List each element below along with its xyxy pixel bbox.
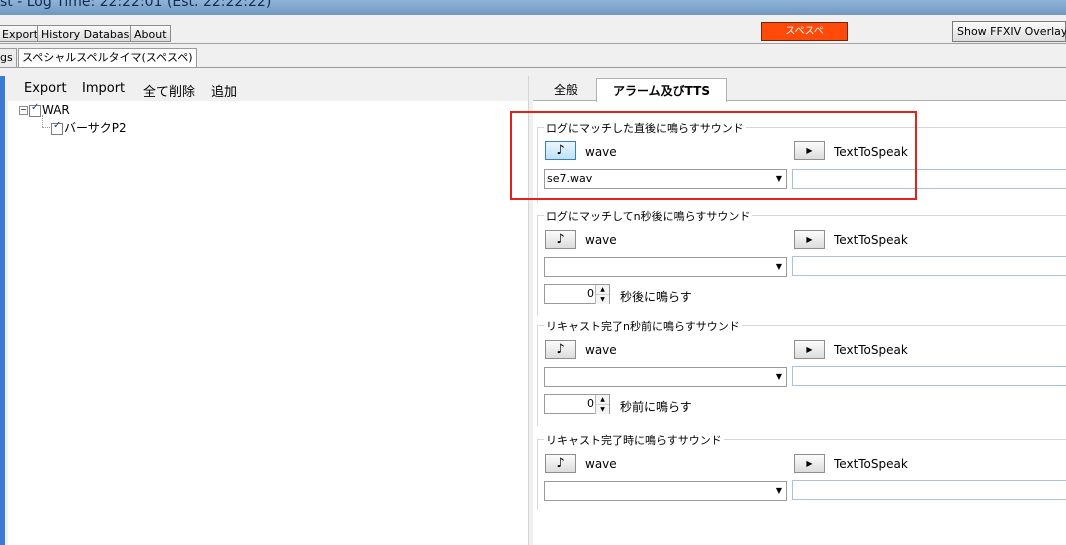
- delay-seconds-value: 0: [587, 287, 594, 300]
- tts-label: TextToSpeak: [834, 457, 908, 471]
- wave-select[interactable]: ▼: [544, 481, 787, 501]
- delay-seconds-stepper[interactable]: 0 ▲ ▼: [544, 284, 610, 304]
- about-button[interactable]: About: [130, 25, 171, 42]
- music-note-icon: ♪: [556, 232, 565, 247]
- tts-label: TextToSpeak: [834, 343, 908, 357]
- tab-alarm-tts[interactable]: アラーム及びTTS: [596, 78, 727, 102]
- tts-label: TextToSpeak: [834, 233, 908, 247]
- menu-delete-all[interactable]: 全て削除: [143, 81, 195, 100]
- tab-general[interactable]: 全般: [540, 78, 592, 101]
- wave-label: wave: [585, 457, 617, 471]
- toolbar-divider: [0, 43, 1066, 44]
- play-triangle-icon: ▶: [806, 459, 813, 468]
- berserk-checkbox[interactable]: [51, 120, 63, 135]
- stepper-down-icon[interactable]: ▼: [595, 404, 609, 414]
- music-note-icon: ♪: [556, 342, 565, 357]
- spesupe-alert-button[interactable]: スペスペ: [761, 22, 848, 41]
- wave-label: wave: [585, 233, 617, 247]
- tree-connector: [42, 115, 44, 127]
- recast-seconds-stepper[interactable]: 0 ▲ ▼: [544, 394, 610, 414]
- stepper-up-icon[interactable]: ▲: [595, 285, 609, 294]
- music-note-icon: ♪: [556, 456, 565, 471]
- wave-select[interactable]: ▼: [544, 257, 787, 277]
- play-triangle-icon: ▶: [806, 235, 813, 244]
- wave-select[interactable]: ▼: [544, 367, 787, 387]
- menu-import[interactable]: Import: [82, 81, 125, 96]
- menu-add[interactable]: 追加: [211, 81, 237, 100]
- title-bar: st - Log Time: 22:22:01 (Est. 22:22:22): [0, 0, 1066, 15]
- tts-input[interactable]: [792, 366, 1066, 386]
- recast-seconds-value: 0: [587, 397, 594, 410]
- tab-special-spell-timer[interactable]: スペシャルスペルタイマ(スペスペ): [18, 48, 197, 67]
- play-tts-button[interactable]: ▶: [794, 230, 825, 249]
- delay-label: 秒後に鳴らす: [620, 290, 692, 304]
- tabs-divider: [0, 67, 1066, 68]
- group-before-recast-title: リキャスト完了n秒前に鳴らすサウンド: [544, 318, 742, 334]
- chevron-down-icon: ▼: [775, 486, 782, 495]
- group-recast-complete-title: リキャスト完了時に鳴らすサウンド: [544, 432, 724, 448]
- left-edge-strip: [0, 76, 5, 545]
- tree-node-war[interactable]: − WAR: [19, 102, 70, 117]
- chevron-down-icon: ▼: [775, 372, 782, 381]
- tree-node-berserk[interactable]: バーサクP2: [51, 119, 127, 136]
- stepper-up-icon[interactable]: ▲: [595, 395, 609, 404]
- tree-node-war-label: WAR: [42, 103, 70, 117]
- window-title: st - Log Time: 22:22:01 (Est. 22:22:22): [0, 0, 272, 10]
- menu-export[interactable]: Export: [24, 81, 67, 96]
- chevron-down-icon: ▼: [775, 262, 782, 271]
- play-wave-button[interactable]: ♪: [545, 454, 576, 473]
- group-after-n-sec-title: ログにマッチしてn秒後に鳴らすサウンド: [544, 208, 753, 224]
- war-checkbox[interactable]: [29, 102, 41, 117]
- show-overlay-button[interactable]: Show FFXIV Overlay: [952, 21, 1066, 42]
- recast-label: 秒前に鳴らす: [620, 400, 692, 414]
- play-tts-button[interactable]: ▶: [794, 454, 825, 473]
- history-database-button[interactable]: History Database: [37, 25, 141, 42]
- tts-input[interactable]: [792, 480, 1066, 500]
- export-button[interactable]: Export: [0, 25, 43, 42]
- play-wave-button[interactable]: ♪: [545, 340, 576, 359]
- tab-partial[interactable]: gs: [0, 48, 17, 67]
- play-triangle-icon: ▶: [806, 345, 813, 354]
- play-tts-button[interactable]: ▶: [794, 340, 825, 359]
- tts-input[interactable]: [792, 256, 1066, 276]
- tree-node-berserk-label: バーサクP2: [64, 121, 127, 135]
- collapse-icon[interactable]: −: [19, 106, 28, 115]
- highlight-rectangle: [510, 111, 917, 200]
- spell-tree-panel: [8, 76, 529, 545]
- stepper-down-icon[interactable]: ▼: [595, 294, 609, 304]
- wave-label: wave: [585, 343, 617, 357]
- play-wave-button[interactable]: ♪: [545, 230, 576, 249]
